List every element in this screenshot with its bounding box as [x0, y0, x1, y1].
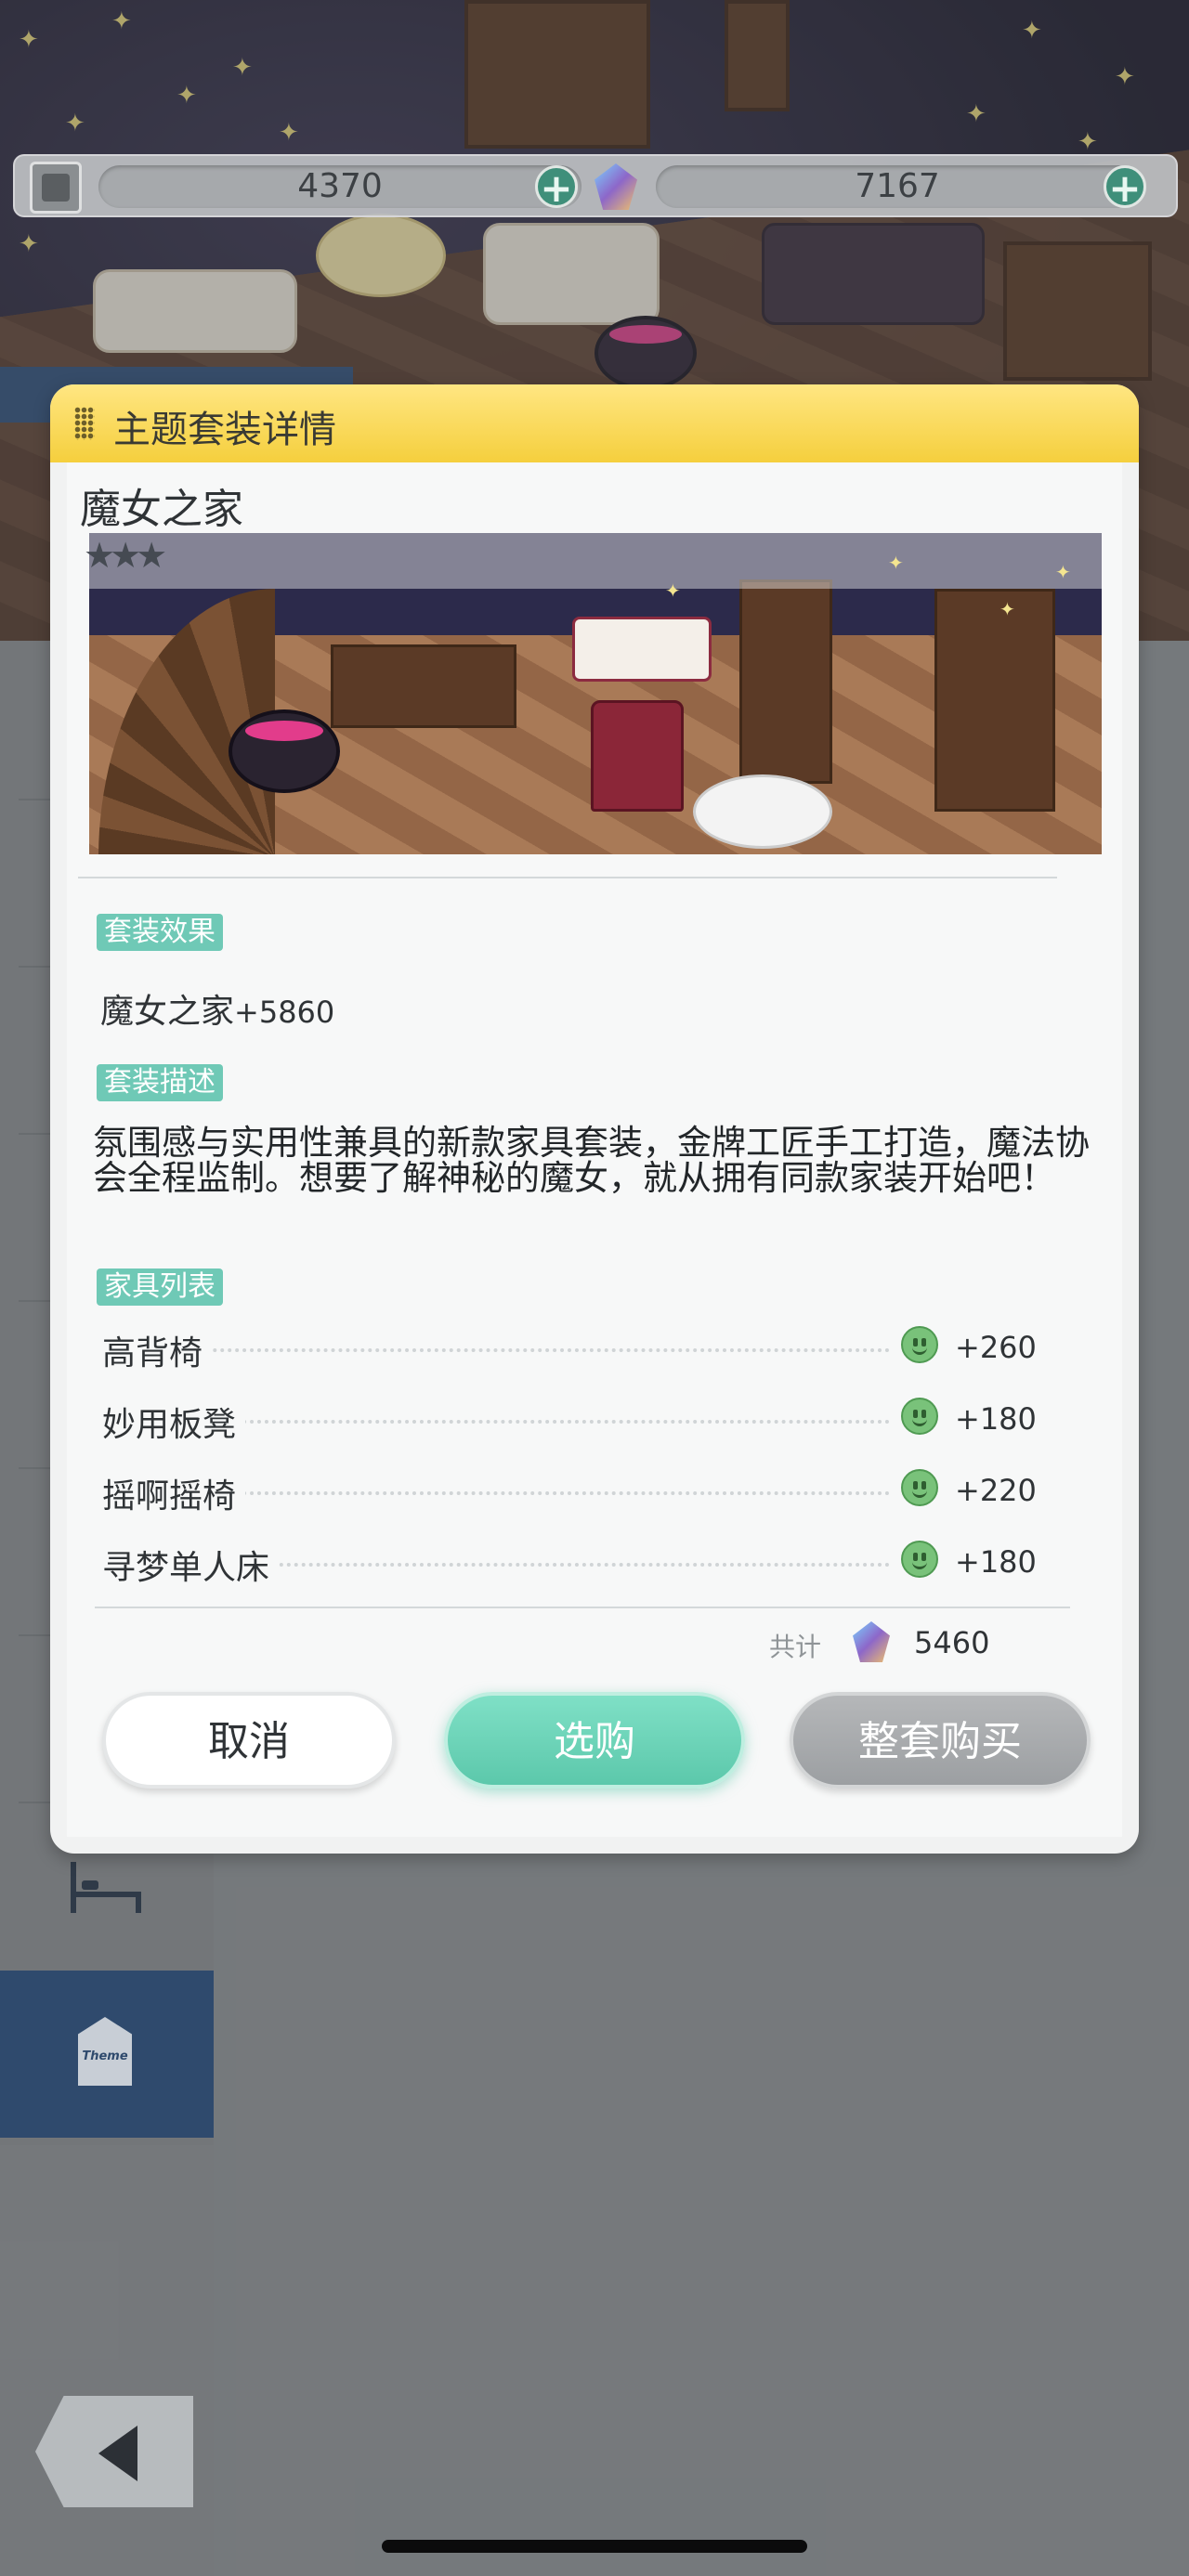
cancel-button[interactable]: 取消 — [102, 1692, 396, 1789]
theme-set-detail-dialog: 主题套装详情 — [50, 384, 1139, 1854]
grip-icon — [74, 407, 95, 440]
add-stone-button[interactable]: + — [535, 165, 578, 209]
crystal-amount: 7167 — [656, 165, 1139, 208]
theme-tag-icon: Theme — [78, 2017, 132, 2086]
resource-bar: 4370 + 7167 + — [13, 154, 1178, 217]
add-crystal-button[interactable]: + — [1104, 165, 1146, 209]
stone-icon — [30, 162, 82, 214]
home-indicator[interactable] — [382, 2540, 807, 2553]
dialog-title: 主题套装详情 — [113, 409, 336, 451]
sidebar-item-theme[interactable]: Theme — [0, 1971, 214, 2138]
back-button[interactable] — [35, 2396, 193, 2507]
dialog-body — [67, 462, 1122, 1837]
stone-amount: 4370 — [98, 165, 581, 208]
bed-icon[interactable] — [69, 1862, 143, 1913]
select-button[interactable]: 选购 — [444, 1692, 745, 1789]
dialog-header: 主题套装详情 — [50, 384, 1139, 462]
crystal-icon — [594, 163, 637, 210]
buy-all-button[interactable]: 整套购买 — [790, 1692, 1091, 1789]
